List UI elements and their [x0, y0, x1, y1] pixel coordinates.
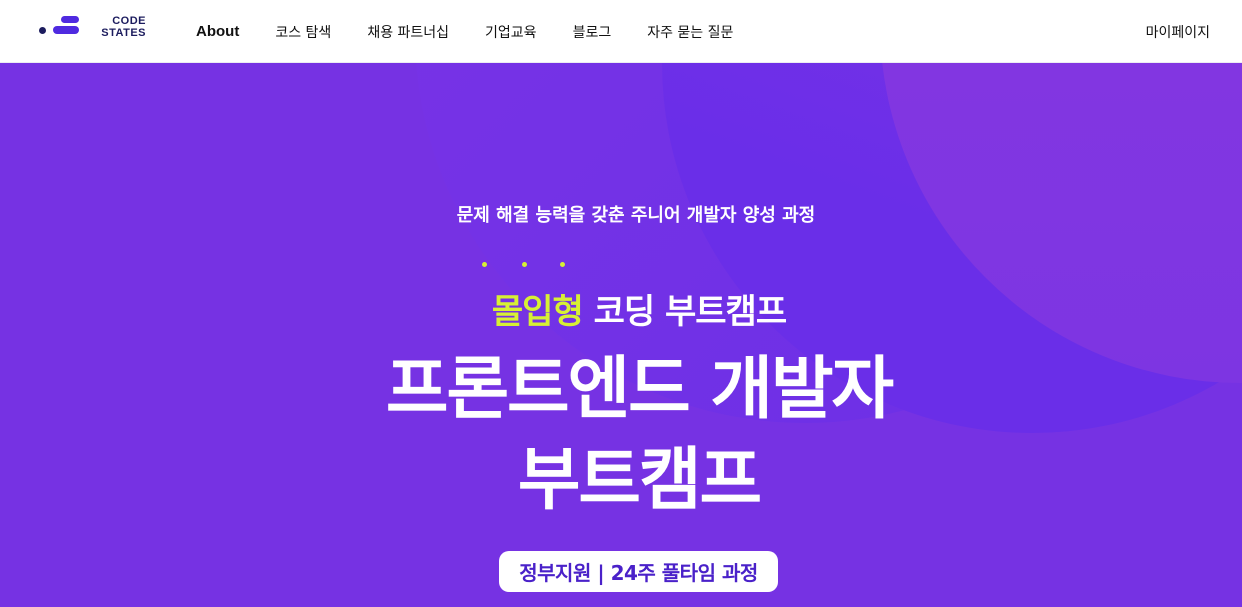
code-states-logo[interactable]: CODE STATES	[38, 15, 148, 44]
nav-item-corporate-education[interactable]: 기업교육	[485, 22, 537, 42]
nav-item-about[interactable]: About	[196, 23, 239, 40]
hero-title-line1: 프론트엔드 개발자	[385, 350, 894, 429]
logo-line-states: STATES	[101, 27, 146, 39]
tagline-highlight: 몰입형	[491, 292, 584, 332]
tagline-rest: 코딩 부트캠프	[593, 292, 788, 332]
hero-content: 문제 해결 능력을 갖춘 주니어 개발자 양성 과정 몰입형 코딩 부트캠프 프…	[0, 63, 1242, 607]
emphasis-dots-icon	[478, 262, 578, 272]
hero-title-line2: 부트캠프	[517, 441, 762, 520]
logo-mark-icon	[38, 16, 82, 42]
course-info-badge: 정부지원 | 24주 풀타임 과정	[499, 551, 778, 592]
mypage-link[interactable]: 마이페이지	[1146, 0, 1210, 63]
hero-tagline: 몰입형 코딩 부트캠프	[0, 284, 1242, 333]
nav-item-course-explore[interactable]: 코스 탐색	[275, 22, 331, 42]
nav-item-faq[interactable]: 자주 묻는 질문	[647, 22, 733, 42]
logo-line-code: CODE	[112, 15, 146, 27]
hero-banner: 문제 해결 능력을 갖춘 주니어 개발자 양성 과정 몰입형 코딩 부트캠프 프…	[0, 63, 1242, 607]
site-header: CODE STATES About 코스 탐색 채용 파트너십 기업교육 블로그…	[0, 0, 1242, 63]
logo-wordmark: CODE STATES	[86, 15, 146, 39]
main-nav: About 코스 탐색 채용 파트너십 기업교육 블로그 자주 묻는 질문	[196, 0, 769, 63]
nav-item-blog[interactable]: 블로그	[573, 22, 612, 42]
nav-item-hiring-partnership[interactable]: 채용 파트너십	[367, 22, 449, 42]
hero-subtitle: 문제 해결 능력을 갖춘 주니어 개발자 양성 과정	[456, 205, 816, 226]
